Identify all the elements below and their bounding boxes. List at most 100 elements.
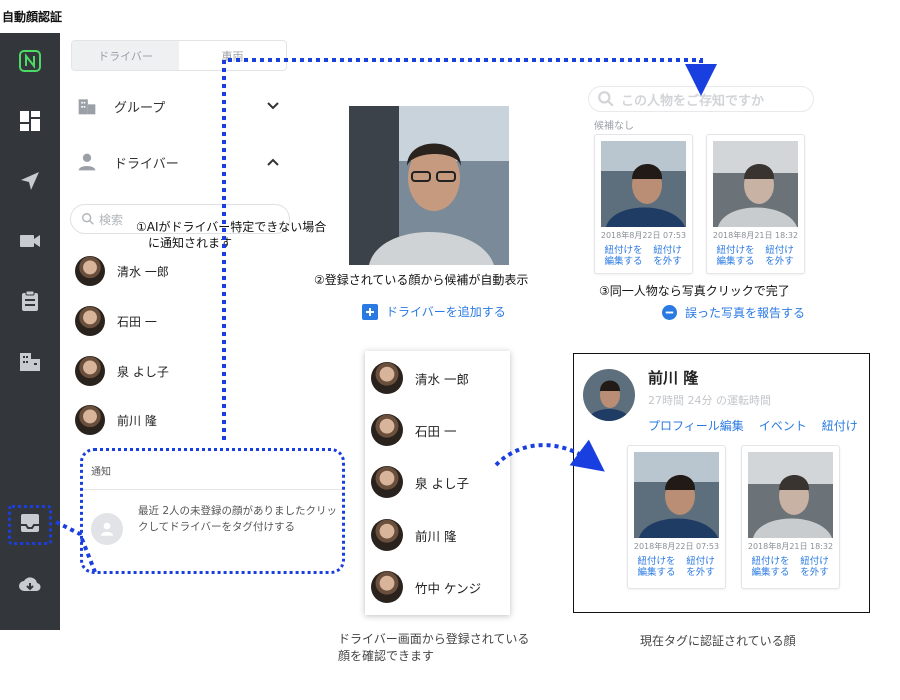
video-icon[interactable] xyxy=(16,227,44,255)
search-icon xyxy=(82,213,94,225)
caption-tagged-faces: 現在タグに認証されている顔 xyxy=(640,634,796,648)
cloud-download-icon[interactable] xyxy=(16,571,44,599)
person-icon xyxy=(91,513,123,545)
avatar xyxy=(75,405,105,435)
plus-icon xyxy=(362,303,378,320)
list-item[interactable]: 前川 隆 xyxy=(371,518,456,552)
notification-message[interactable]: 最近 2人の未登録の顔がありましたクリックしてドライバーをタグ付けする xyxy=(138,503,338,535)
untag-link[interactable]: 紐付けを外す xyxy=(686,556,716,578)
tagged-photo-card[interactable]: 2018年8月21日 18:32 紐付けを編集する 紐付けを外す xyxy=(741,445,840,589)
page-title: 自動顔認証 xyxy=(2,10,63,24)
sidebar-driver-item[interactable]: 清水 一郎 xyxy=(75,254,169,288)
divider xyxy=(83,489,342,490)
building-icon xyxy=(76,95,98,117)
driver-name: 前川 隆 xyxy=(415,528,457,544)
face-photo xyxy=(748,452,833,538)
chevron-up-icon[interactable] xyxy=(266,155,280,169)
avatar xyxy=(371,466,403,498)
photo-date: 2018年8月21日 18:32 xyxy=(747,542,834,551)
driver-list-popup: 清水 一郎 石田 一 泉 よし子 前川 隆 竹中 ケンジ xyxy=(365,351,510,615)
search-icon xyxy=(598,91,614,107)
driver-name: 泉 よし子 xyxy=(415,475,469,491)
list-item[interactable]: 清水 一郎 xyxy=(371,361,469,395)
untag-link[interactable]: 紐付けを外す xyxy=(653,245,683,267)
candidate-photo-card[interactable]: 2018年8月21日 18:32 紐付けを編集する 紐付けを外す xyxy=(706,134,805,274)
section-group-label: グループ xyxy=(114,100,166,116)
tab-vehicle[interactable]: 車両 xyxy=(179,41,286,70)
chevron-down-icon[interactable] xyxy=(266,99,280,113)
candidate-photo-card[interactable]: 2018年8月22日 07:53 紐付けを編集する 紐付けを外す xyxy=(594,134,693,274)
add-driver-label: ドライバーを追加する xyxy=(386,305,506,319)
section-group[interactable]: グループ xyxy=(60,78,298,134)
section-driver-label: ドライバー xyxy=(114,156,179,172)
avatar xyxy=(75,356,105,386)
notification-panel[interactable]: 通知 最近 2人の未登録の顔がありましたクリックしてドライバーをタグ付けする xyxy=(80,448,345,574)
list-item[interactable]: 泉 よし子 xyxy=(371,465,469,499)
caption-left-line2: 顔を確認できます xyxy=(338,649,435,663)
add-driver-button[interactable]: ドライバーを追加する xyxy=(362,303,506,320)
inbox-highlight xyxy=(8,505,52,545)
untag-link[interactable]: 紐付けを外す xyxy=(800,556,830,578)
driver-name: 清水 一郎 xyxy=(117,264,169,279)
avatar xyxy=(371,362,403,394)
edit-tag-link[interactable]: 紐付けを編集する xyxy=(717,245,755,267)
step1-line2: に通知されます xyxy=(148,236,233,250)
search-placeholder: 検索 xyxy=(99,212,124,227)
minus-circle-icon xyxy=(662,305,677,320)
notification-heading: 通知 xyxy=(91,467,111,478)
edit-tag-link[interactable]: 紐付けを編集する xyxy=(752,556,790,578)
navigation-icon[interactable] xyxy=(16,167,44,195)
avatar xyxy=(75,256,105,286)
photo-date: 2018年8月21日 18:32 xyxy=(712,231,799,240)
driver-name: 石田 一 xyxy=(117,314,157,329)
profile-name: 前川 隆 xyxy=(648,369,699,387)
tagged-photo-card[interactable]: 2018年8月22日 07:53 紐付けを編集する 紐付けを外す xyxy=(627,445,726,589)
sidebar-driver-item[interactable]: 前川 隆 xyxy=(75,403,157,437)
logo-icon[interactable] xyxy=(16,47,44,75)
driver-name: 清水 一郎 xyxy=(415,371,469,387)
tab-driver[interactable]: ドライバー xyxy=(72,41,179,70)
caption-left-line1: ドライバー画面から登録されている xyxy=(338,632,530,646)
sidebar-driver-item[interactable]: 石田 一 xyxy=(75,304,157,338)
driver-name: 石田 一 xyxy=(415,423,457,439)
sidebar-driver-item[interactable]: 泉 よし子 xyxy=(75,354,169,388)
no-candidates-label: 候補なし xyxy=(594,121,634,132)
step3-annotation: ③同一人物なら写真クリックで完了 xyxy=(599,284,790,298)
driver-vehicle-toggle[interactable]: ドライバー 車両 xyxy=(71,40,287,71)
edit-tag-link[interactable]: 紐付けを編集する xyxy=(605,245,643,267)
unidentified-face-photo xyxy=(349,106,509,265)
profile-edit-link[interactable]: プロフィール編集 xyxy=(648,417,744,434)
avatar xyxy=(583,369,635,421)
photo-date: 2018年8月22日 07:53 xyxy=(600,231,687,240)
driver-name: 前川 隆 xyxy=(117,413,157,428)
avatar xyxy=(371,519,403,551)
avatar xyxy=(371,414,403,446)
profile-tags-link[interactable]: 紐付け xyxy=(822,417,858,434)
candidate-search-placeholder: この人物をご存知ですか xyxy=(621,93,765,109)
dashboard-icon[interactable] xyxy=(16,107,44,135)
untag-link[interactable]: 紐付けを外す xyxy=(765,245,795,267)
profile-events-link[interactable]: イベント xyxy=(759,417,807,434)
face-photo xyxy=(634,452,719,538)
driver-name: 泉 よし子 xyxy=(117,364,169,379)
edit-tag-link[interactable]: 紐付けを編集する xyxy=(638,556,676,578)
photo-date: 2018年8月22日 07:53 xyxy=(633,542,720,551)
step1-line1: ①AIがドライバー特定できない場合 xyxy=(136,220,327,234)
avatar xyxy=(75,306,105,336)
driver-profile-panel: 前川 隆 27時間 24分 の運転時間 プロフィール編集 イベント 紐付け 20… xyxy=(573,353,870,613)
building-icon[interactable] xyxy=(16,347,44,375)
report-photo-label: 誤った写真を報告する xyxy=(685,306,806,320)
caption-driver-screen: ドライバー画面から登録されている 顔を確認できます xyxy=(338,631,529,665)
driver-name: 竹中 ケンジ xyxy=(415,580,482,596)
face-photo xyxy=(713,141,798,227)
list-item[interactable]: 石田 一 xyxy=(371,413,456,447)
section-driver[interactable]: ドライバー xyxy=(60,134,298,190)
avatar xyxy=(371,571,403,603)
face-photo xyxy=(601,141,686,227)
candidate-search-input[interactable]: この人物をご存知ですか xyxy=(588,86,814,112)
step2-annotation: ②登録されている顔から候補が自動表示 xyxy=(314,273,529,287)
clipboard-icon[interactable] xyxy=(16,287,44,315)
list-item[interactable]: 竹中 ケンジ xyxy=(371,570,481,604)
person-icon xyxy=(76,151,98,173)
report-photo-button[interactable]: 誤った写真を報告する xyxy=(662,304,805,321)
